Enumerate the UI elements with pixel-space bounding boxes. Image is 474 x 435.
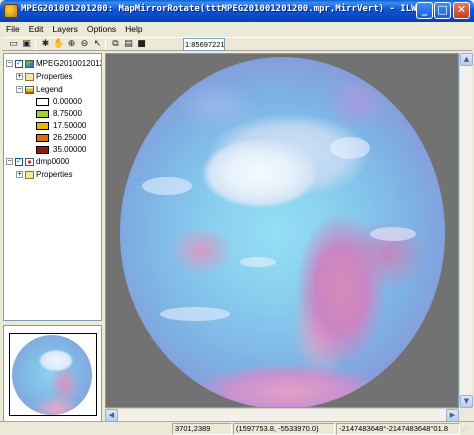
- collapse-icon[interactable]: −: [6, 60, 13, 67]
- status-latlon: -2147483648°-2147483648°01.8: [336, 423, 460, 435]
- print-icon[interactable]: ▣: [21, 39, 32, 50]
- copy-icon[interactable]: ⧉: [110, 39, 121, 50]
- overview-globe-image: [12, 335, 92, 415]
- legend-swatch: [36, 109, 49, 118]
- zoom-out-icon[interactable]: ⊖: [79, 39, 90, 50]
- menu-bar: File Edit Layers Options Help: [2, 22, 472, 36]
- properties-icon: [25, 72, 34, 81]
- legend-value: 0.00000: [53, 97, 82, 106]
- overview-frame: [9, 333, 97, 416]
- legend-swatch: [36, 97, 49, 106]
- map-view[interactable]: [105, 53, 459, 408]
- legend-entry: 35.00000: [36, 144, 86, 155]
- layer-name: MPEG201001201200: [36, 59, 101, 68]
- layer-visibility-checkbox[interactable]: ✓: [15, 59, 23, 68]
- legend-swatch: [36, 121, 49, 130]
- tree-legend[interactable]: − Legend: [16, 84, 63, 95]
- legend-entry: 26.25000: [36, 132, 86, 143]
- pan-icon[interactable]: ✋: [53, 39, 64, 50]
- status-bar: 3701,2389 (1597753.8, -5533970.0) -21474…: [0, 421, 474, 435]
- legend-entry: 8.75000: [36, 108, 82, 119]
- collapse-icon[interactable]: −: [6, 158, 13, 165]
- expand-icon[interactable]: +: [16, 171, 23, 178]
- ilwis-app-icon: [4, 4, 18, 18]
- legend-icon: [25, 85, 34, 94]
- select-icon[interactable]: ✱: [40, 39, 51, 50]
- paste-icon[interactable]: ▤: [123, 39, 134, 50]
- zoom-in-icon[interactable]: ⊕: [66, 39, 77, 50]
- maximize-button[interactable]: □: [434, 2, 451, 19]
- tree-layer-mpeg[interactable]: − ✓ MPEG201001201200: [6, 58, 101, 69]
- legend-value: 26.25000: [53, 133, 87, 142]
- legend-entry: 0.00000: [36, 96, 82, 107]
- legend-value: 17.50000: [53, 121, 87, 130]
- menu-layers[interactable]: Layers: [48, 22, 83, 36]
- collapse-icon[interactable]: −: [16, 86, 23, 93]
- point-map-icon: [25, 157, 34, 166]
- menu-options[interactable]: Options: [83, 22, 121, 36]
- layer-name: dmp0000: [36, 157, 70, 166]
- raster-map-icon: [25, 59, 34, 68]
- open-icon[interactable]: ▭: [8, 39, 19, 50]
- tree-layer-dmp[interactable]: − ✓ dmp0000: [6, 156, 69, 167]
- save-icon[interactable]: ■: [136, 39, 147, 50]
- layer-visibility-checkbox[interactable]: ✓: [15, 157, 23, 166]
- window-title: MPEG201001201200: MapMirrorRotate(tttMPE…: [21, 4, 428, 14]
- menu-file[interactable]: File: [2, 22, 25, 36]
- status-pixel-position: 3701,2389: [172, 423, 232, 435]
- layer-tree: − ✓ MPEG201001201200 + Properties − Lege…: [3, 53, 102, 321]
- horizontal-scrollbar[interactable]: ◀ ▶: [105, 408, 459, 422]
- toolbar-separator: [105, 39, 106, 50]
- properties-label: Properties: [36, 170, 73, 179]
- legend-label: Legend: [36, 85, 63, 94]
- tree-properties[interactable]: + Properties: [16, 71, 72, 82]
- legend-entry: 17.50000: [36, 120, 86, 131]
- resize-grip-icon[interactable]: ⋰: [462, 425, 472, 435]
- legend-value: 8.75000: [53, 109, 82, 118]
- toolbar-separator: [35, 39, 36, 50]
- scroll-down-button[interactable]: ▼: [460, 395, 473, 408]
- legend-swatch: [36, 145, 49, 154]
- scale-field[interactable]: 1:85697221: [183, 38, 225, 51]
- vertical-scrollbar[interactable]: ▲ ▼: [459, 53, 473, 408]
- scroll-up-button[interactable]: ▲: [460, 53, 473, 66]
- pointer-icon[interactable]: ↖: [92, 39, 103, 50]
- menu-edit[interactable]: Edit: [25, 22, 49, 36]
- properties-icon: [25, 170, 34, 179]
- expand-icon[interactable]: +: [16, 73, 23, 80]
- menu-help[interactable]: Help: [121, 22, 147, 36]
- close-button[interactable]: ✕: [453, 2, 470, 19]
- title-bar: MPEG201001201200: MapMirrorRotate(tttMPE…: [0, 0, 474, 22]
- tree-properties[interactable]: + Properties: [16, 169, 72, 180]
- minimize-button[interactable]: _: [416, 2, 433, 19]
- status-coordinates: (1597753.8, -5533970.0): [233, 423, 335, 435]
- legend-value: 35.00000: [53, 145, 87, 154]
- satellite-globe-image: [120, 57, 445, 407]
- properties-label: Properties: [36, 72, 73, 81]
- legend-swatch: [36, 133, 49, 142]
- overview-pane[interactable]: [3, 325, 102, 424]
- toolbar: ▭ ▣ ✱ ✋ ⊕ ⊖ ↖ ⧉ ▤ ■ 1:85697221: [2, 37, 472, 51]
